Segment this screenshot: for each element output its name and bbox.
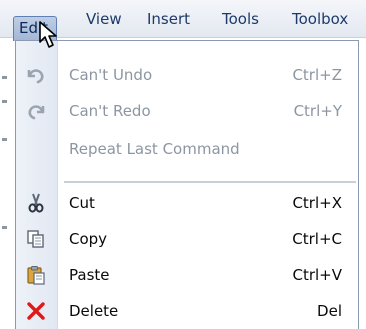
menu-item-label: Can't Undo bbox=[69, 66, 153, 84]
redo-icon bbox=[26, 101, 46, 121]
app-window: Edit View Insert Tools Toolbox Can't Und… bbox=[0, 0, 366, 329]
menu-item-label: Paste bbox=[69, 266, 110, 284]
scissors-icon bbox=[26, 193, 46, 213]
menu-item-undo[interactable]: Can't Undo Ctrl+Z bbox=[16, 57, 358, 93]
menu-item-label: Delete bbox=[69, 302, 119, 320]
menu-item-repeat-last-command[interactable]: Repeat Last Command bbox=[16, 131, 358, 167]
menu-item-label: Copy bbox=[69, 230, 108, 248]
menu-item-cut[interactable]: Cut Ctrl+X bbox=[16, 185, 358, 221]
strip-mark bbox=[2, 100, 7, 103]
menu-item-shortcut: Del bbox=[317, 302, 342, 320]
menu-item-label: Can't Redo bbox=[69, 102, 151, 120]
menu-item-shortcut: Ctrl+C bbox=[292, 230, 342, 248]
menu-item-label: Cut bbox=[69, 194, 95, 212]
paste-icon bbox=[26, 265, 46, 285]
menu-tools[interactable]: Tools bbox=[222, 0, 259, 38]
menu-item-shortcut: Ctrl+Z bbox=[292, 66, 342, 84]
underlying-window-edge bbox=[0, 38, 15, 329]
undo-icon bbox=[26, 65, 46, 85]
edit-dropdown-menu: Can't Undo Ctrl+Z Can't Redo Ctrl+Y Repe… bbox=[15, 40, 359, 329]
menu-item-shortcut: Ctrl+Y bbox=[293, 102, 342, 120]
menu-item-shortcut: Ctrl+X bbox=[292, 194, 342, 212]
menu-view[interactable]: View bbox=[86, 0, 122, 38]
menu-separator bbox=[64, 181, 356, 183]
menu-item-delete[interactable]: Delete Del bbox=[16, 293, 358, 329]
menu-item-redo[interactable]: Can't Redo Ctrl+Y bbox=[16, 93, 358, 129]
menu-item-copy[interactable]: Copy Ctrl+C bbox=[16, 221, 358, 257]
menu-toolbox[interactable]: Toolbox bbox=[292, 0, 348, 38]
strip-mark bbox=[2, 138, 7, 141]
menu-insert[interactable]: Insert bbox=[147, 0, 190, 38]
copy-icon bbox=[26, 229, 46, 249]
menu-item-label: Repeat Last Command bbox=[69, 140, 240, 158]
menu-item-paste[interactable]: Paste Ctrl+V bbox=[16, 257, 358, 293]
delete-icon bbox=[26, 301, 46, 321]
mouse-cursor-icon bbox=[38, 20, 60, 50]
strip-mark bbox=[2, 226, 7, 229]
strip-mark bbox=[2, 76, 7, 79]
menu-item-shortcut: Ctrl+V bbox=[292, 266, 342, 284]
